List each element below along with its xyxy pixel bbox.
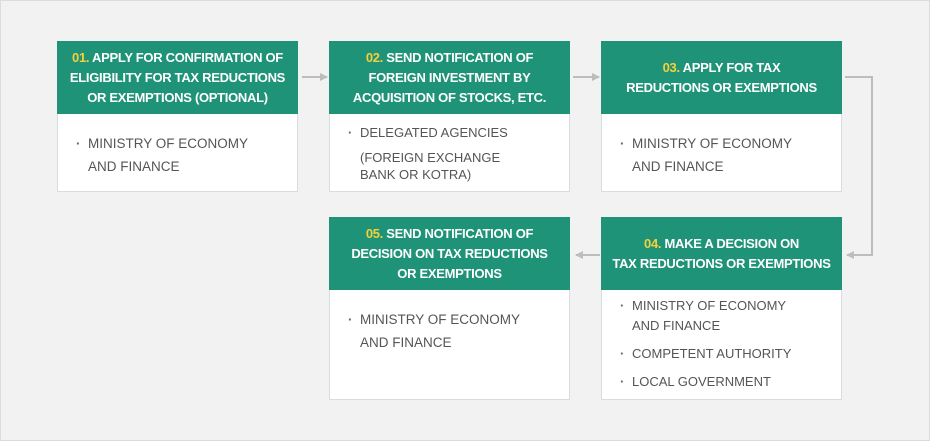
- step-3-agency-line-1: MINISTRY OF ECONOMY: [632, 136, 793, 151]
- arrow-step3-to-step4: [845, 76, 873, 259]
- step-2-title-line-1: SEND NOTIFICATION OF: [386, 49, 534, 65]
- step-2-header: 02. SEND NOTIFICATION OF FOREIGN INVESTM…: [329, 41, 570, 114]
- step-4-agency-3: LOCAL GOVERNMENT: [620, 372, 827, 392]
- step-1-number: 01.: [72, 49, 90, 65]
- step-4-header: 04. MAKE A DECISION ON TAX REDUCTIONS OR…: [601, 217, 842, 290]
- step-4-agency-1: MINISTRY OF ECONOMY AND FINANCE: [620, 296, 827, 336]
- step-5-body: MINISTRY OF ECONOMY AND FINANCE: [329, 290, 570, 400]
- step-1-title-line-3: OR EXEMPTIONS (OPTIONAL): [87, 89, 268, 105]
- step-2-title-line-2: FOREIGN INVESTMENT BY: [368, 69, 531, 85]
- step-1-agency: MINISTRY OF ECONOMY AND FINANCE: [76, 132, 283, 178]
- step-1-header: 01. APPLY FOR CONFIRMATION OF ELIGIBILIT…: [57, 41, 298, 114]
- step-1-title-line-1: APPLY FOR CONFIRMATION OF: [92, 49, 283, 65]
- step-3-number: 03.: [662, 59, 680, 75]
- step-4-title-line-1: MAKE A DECISION ON: [664, 235, 800, 251]
- step-4-agency-2-line-1: COMPETENT AUTHORITY: [632, 346, 792, 361]
- step-5-card: 05. SEND NOTIFICATION OF DECISION ON TAX…: [329, 217, 570, 400]
- step-4-card: 04. MAKE A DECISION ON TAX REDUCTIONS OR…: [601, 217, 842, 400]
- step-5-title-line-1: SEND NOTIFICATION OF: [386, 225, 534, 241]
- step-3-header: 03. APPLY FOR TAX REDUCTIONS OR EXEMPTIO…: [601, 41, 842, 114]
- step-4-number: 04.: [644, 235, 662, 251]
- step-5-agency-line-2: AND FINANCE: [360, 335, 452, 350]
- step-2-body: DELEGATED AGENCIES (FOREIGN EXCHANGE BAN…: [329, 114, 570, 192]
- step-5-agency: MINISTRY OF ECONOMY AND FINANCE: [348, 308, 555, 354]
- step-2-agency: DELEGATED AGENCIES (FOREIGN EXCHANGE BAN…: [348, 122, 555, 185]
- step-3-title-line-1: APPLY FOR TAX: [682, 59, 781, 75]
- step-5-number: 05.: [365, 225, 383, 241]
- step-1-body: MINISTRY OF ECONOMY AND FINANCE: [57, 114, 298, 192]
- step-3-title-line-2: REDUCTIONS OR EXEMPTIONS: [626, 79, 817, 95]
- step-4-agency-3-line-1: LOCAL GOVERNMENT: [632, 374, 771, 389]
- step-4-body: MINISTRY OF ECONOMY AND FINANCE COMPETEN…: [601, 290, 842, 400]
- step-5-title-line-2: DECISION ON TAX REDUCTIONS: [351, 245, 548, 261]
- step-4-agency-1-line-1: MINISTRY OF ECONOMY: [632, 298, 787, 313]
- step-3-agency: MINISTRY OF ECONOMY AND FINANCE: [620, 132, 827, 178]
- step-2-agency-line-3: BANK OR KOTRA): [360, 167, 472, 182]
- process-flow-diagram: 01. APPLY FOR CONFIRMATION OF ELIGIBILIT…: [0, 0, 930, 441]
- step-3-card: 03. APPLY FOR TAX REDUCTIONS OR EXEMPTIO…: [601, 41, 842, 192]
- step-2-card: 02. SEND NOTIFICATION OF FOREIGN INVESTM…: [329, 41, 570, 192]
- step-5-title-line-3: OR EXEMPTIONS: [397, 265, 502, 281]
- step-1-card: 01. APPLY FOR CONFIRMATION OF ELIGIBILIT…: [57, 41, 298, 192]
- step-2-agency-line-1: DELEGATED AGENCIES: [360, 125, 508, 140]
- step-1-agency-line-2: AND FINANCE: [88, 159, 180, 174]
- step-5-header: 05. SEND NOTIFICATION OF DECISION ON TAX…: [329, 217, 570, 290]
- step-3-body: MINISTRY OF ECONOMY AND FINANCE: [601, 114, 842, 192]
- step-2-title-line-3: ACQUISITION OF STOCKS, ETC.: [352, 89, 547, 105]
- step-2-number: 02.: [365, 49, 383, 65]
- step-1-title-line-2: ELIGIBILITY FOR TAX REDUCTIONS: [69, 69, 286, 85]
- step-1-agency-line-1: MINISTRY OF ECONOMY: [88, 136, 249, 151]
- step-5-agency-line-1: MINISTRY OF ECONOMY: [360, 312, 521, 327]
- step-4-agency-1-line-2: AND FINANCE: [632, 318, 721, 333]
- step-4-agency-2: COMPETENT AUTHORITY: [620, 344, 827, 364]
- step-4-title-line-2: TAX REDUCTIONS OR EXEMPTIONS: [612, 255, 831, 271]
- step-3-agency-line-2: AND FINANCE: [632, 159, 724, 174]
